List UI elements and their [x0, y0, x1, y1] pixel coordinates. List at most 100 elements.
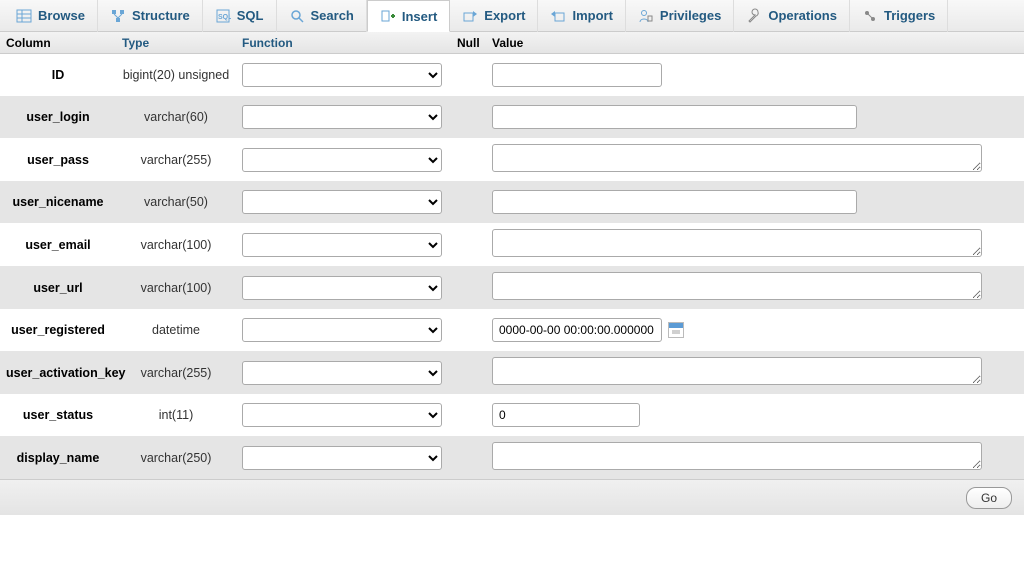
export-icon: [462, 8, 478, 24]
tab-label: Browse: [38, 8, 85, 23]
table-row: user_loginvarchar(60): [0, 96, 1024, 138]
footer-bar: Go: [0, 479, 1024, 515]
header-value: Value: [492, 36, 1024, 50]
column-type: varchar(250): [122, 451, 242, 465]
header-type[interactable]: Type: [122, 36, 242, 50]
function-select[interactable]: [242, 63, 442, 87]
tab-label: Operations: [768, 8, 837, 23]
wrench-icon: [746, 8, 762, 24]
table-row: user_statusint(11): [0, 394, 1024, 436]
privileges-icon: [638, 8, 654, 24]
tab-operations[interactable]: Operations: [734, 0, 850, 32]
function-select[interactable]: [242, 403, 442, 427]
column-name: display_name: [4, 451, 122, 465]
column-type: varchar(100): [122, 281, 242, 295]
column-type: varchar(100): [122, 238, 242, 252]
column-type: datetime: [122, 323, 242, 337]
tab-structure[interactable]: Structure: [98, 0, 203, 32]
column-type: bigint(20) unsigned: [122, 68, 242, 82]
value-cell: [492, 229, 1020, 260]
value-cell: [492, 318, 1020, 342]
column-name: user_login: [4, 110, 122, 124]
column-name: user_url: [4, 281, 122, 295]
value-textarea[interactable]: [492, 442, 982, 470]
function-select[interactable]: [242, 148, 442, 172]
tab-label: Insert: [402, 9, 437, 24]
tab-label: Structure: [132, 8, 190, 23]
tab-label: Privileges: [660, 8, 721, 23]
calendar-icon[interactable]: [668, 322, 684, 338]
value-input[interactable]: [492, 190, 857, 214]
tab-label: Export: [484, 8, 525, 23]
column-name: ID: [4, 68, 122, 82]
table-row: user_emailvarchar(100): [0, 223, 1024, 266]
value-textarea[interactable]: [492, 229, 982, 257]
tab-label: SQL: [237, 8, 264, 23]
table-icon: [16, 8, 32, 24]
function-select[interactable]: [242, 233, 442, 257]
import-icon: [550, 8, 566, 24]
column-type: int(11): [122, 408, 242, 422]
table-row: user_nicenamevarchar(50): [0, 181, 1024, 223]
column-type: varchar(255): [122, 153, 242, 167]
tab-privileges[interactable]: Privileges: [626, 0, 734, 32]
value-textarea[interactable]: [492, 357, 982, 385]
table-row: user_registereddatetime: [0, 309, 1024, 351]
table-row: user_urlvarchar(100): [0, 266, 1024, 309]
function-select[interactable]: [242, 361, 442, 385]
function-select[interactable]: [242, 105, 442, 129]
value-cell: [492, 403, 1020, 427]
table-row: display_namevarchar(250): [0, 436, 1024, 479]
function-select[interactable]: [242, 190, 442, 214]
value-cell: [492, 357, 1020, 388]
tab-search[interactable]: Search: [277, 0, 367, 32]
column-type: varchar(60): [122, 110, 242, 124]
tab-export[interactable]: Export: [450, 0, 538, 32]
table-header: Column Type Function Null Value: [0, 32, 1024, 54]
value-cell: [492, 63, 1020, 87]
value-input[interactable]: [492, 63, 662, 87]
tab-bar: Browse Structure SQL SQL Search Insert E…: [0, 0, 1024, 32]
insert-icon: [380, 8, 396, 24]
table-row: user_passvarchar(255): [0, 138, 1024, 181]
function-select[interactable]: [242, 446, 442, 470]
value-textarea[interactable]: [492, 144, 982, 172]
tab-browse[interactable]: Browse: [4, 0, 98, 32]
value-input[interactable]: [492, 403, 640, 427]
tab-insert[interactable]: Insert: [367, 0, 450, 32]
function-select[interactable]: [242, 276, 442, 300]
tab-label: Import: [572, 8, 612, 23]
header-column: Column: [4, 36, 122, 50]
column-name: user_email: [4, 238, 122, 252]
value-cell: [492, 442, 1020, 473]
column-name: user_status: [4, 408, 122, 422]
header-null: Null: [457, 36, 492, 50]
function-select[interactable]: [242, 318, 442, 342]
svg-text:SQL: SQL: [218, 14, 231, 21]
tab-triggers[interactable]: Triggers: [850, 0, 948, 32]
value-cell: [492, 105, 1020, 129]
go-button[interactable]: Go: [966, 487, 1012, 509]
structure-icon: [110, 8, 126, 24]
tab-sql[interactable]: SQL SQL: [203, 0, 277, 32]
tab-label: Search: [311, 8, 354, 23]
column-type: varchar(255): [122, 366, 242, 380]
value-textarea[interactable]: [492, 272, 982, 300]
triggers-icon: [862, 8, 878, 24]
value-cell: [492, 144, 1020, 175]
table-row: user_activation_keyvarchar(255): [0, 351, 1024, 394]
column-type: varchar(50): [122, 195, 242, 209]
value-cell: [492, 272, 1020, 303]
value-input[interactable]: [492, 318, 662, 342]
column-name: user_nicename: [4, 195, 122, 209]
tab-import[interactable]: Import: [538, 0, 625, 32]
sql-icon: SQL: [215, 8, 231, 24]
column-name: user_activation_key: [4, 366, 122, 380]
column-name: user_registered: [4, 323, 122, 337]
tab-label: Triggers: [884, 8, 935, 23]
value-input[interactable]: [492, 105, 857, 129]
search-icon: [289, 8, 305, 24]
value-cell: [492, 190, 1020, 214]
table-row: IDbigint(20) unsigned: [0, 54, 1024, 96]
header-function[interactable]: Function: [242, 36, 457, 50]
